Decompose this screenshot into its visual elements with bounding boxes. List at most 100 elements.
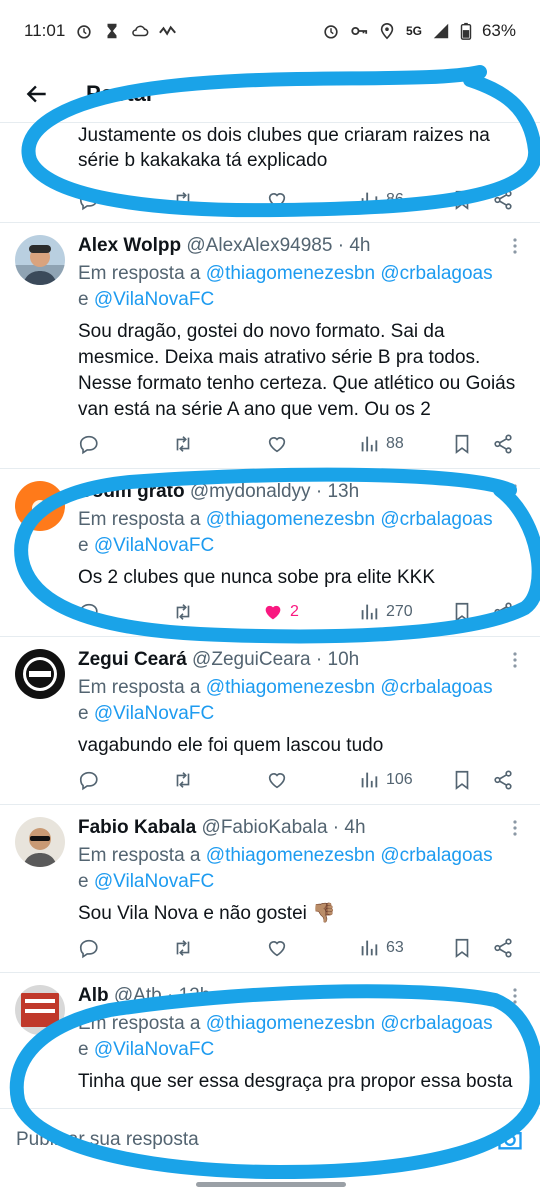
reply-icon [79, 603, 98, 623]
like-button[interactable] [266, 433, 288, 455]
reply-composer[interactable]: Publicar sua resposta [0, 1108, 540, 1170]
avatar[interactable] [15, 481, 65, 531]
mention-link[interactable]: @VilaNovaFC [94, 289, 214, 310]
heart-icon [268, 193, 286, 209]
author-name[interactable]: Alex Wolpp [78, 235, 181, 256]
mention-link[interactable]: @thiagomenezesbn @crbalagoas [206, 509, 493, 530]
mention-link[interactable]: @VilaNovaFC [94, 535, 214, 556]
bookmark-button[interactable] [451, 937, 473, 959]
avatar-photo [15, 235, 65, 285]
like-button[interactable] [266, 769, 288, 791]
share-button[interactable] [492, 937, 514, 959]
tweet-header: Fabio Kabala @FabioKabala · 4h [78, 817, 366, 838]
bookmark-button[interactable] [451, 601, 473, 623]
mention-link[interactable]: @thiagomenezesbn @crbalagoas [206, 263, 493, 284]
analytics-icon [361, 436, 378, 452]
tweet-text: Sou dragão, gostei do novo formato. Sai … [78, 321, 516, 420]
tweet-time: 4h [344, 817, 366, 838]
more-options-icon[interactable] [512, 651, 518, 669]
avatar[interactable] [15, 649, 65, 699]
retweet-button[interactable] [172, 937, 194, 959]
tweet-text: vagabundo ele foi quem lascou tudo [78, 735, 384, 756]
avatar-photo [15, 817, 65, 867]
reply-icon [79, 435, 98, 455]
retweet-button[interactable] [172, 189, 194, 211]
avatar[interactable] [15, 817, 65, 867]
mention-link[interactable]: @VilaNovaFC [94, 871, 214, 892]
mention-link[interactable]: @VilaNovaFC [94, 703, 214, 724]
share-button[interactable] [492, 601, 514, 623]
bookmark-button[interactable] [451, 189, 473, 211]
tweet-header: Alb @Atb · 12h [78, 985, 211, 1006]
mention-link[interactable]: @thiagomenezesbn @crbalagoas [206, 1013, 493, 1034]
reply-label: Em resposta a [78, 677, 201, 698]
reply-tweet[interactable]: Zegui Ceará @ZeguiCeara · 10h Em respost… [0, 636, 540, 804]
views-button[interactable]: 106 [358, 769, 413, 791]
hourglass-icon [107, 23, 117, 39]
author-handle[interactable]: @Atb [114, 985, 162, 1006]
retweet-button[interactable] [172, 433, 194, 455]
reply-button[interactable] [78, 601, 100, 623]
page-title: Postar [86, 81, 155, 106]
analytics-icon [361, 940, 378, 956]
bookmark-icon [455, 190, 469, 210]
author-name[interactable]: Codm grato [78, 481, 185, 502]
more-options-icon[interactable] [512, 987, 518, 1005]
tweet-text: Tinha que ser essa desgraça pra propor e… [78, 1071, 513, 1092]
avatar[interactable] [15, 235, 65, 285]
author-handle[interactable]: @AlexAlex94985 [186, 235, 332, 256]
author-name[interactable]: Alb [78, 985, 109, 1006]
partial-tweet[interactable]: Justamente os dois clubes que criaram ra… [0, 122, 540, 222]
back-button[interactable] [22, 79, 52, 109]
tweet-content: Fabio Kabala @FabioKabala · 4h Em respos… [78, 815, 526, 927]
bookmark-button[interactable] [451, 433, 473, 455]
mention-link[interactable]: @VilaNovaFC [94, 1039, 214, 1060]
battery-percent: 63% [481, 21, 516, 40]
like-button[interactable] [266, 937, 288, 959]
retweet-button[interactable] [172, 601, 194, 623]
views-count: 270 [386, 603, 413, 620]
views-button[interactable]: 88 [358, 433, 404, 455]
more-options-icon[interactable] [512, 483, 518, 501]
like-button[interactable]: 2 [262, 601, 299, 623]
battery-icon [460, 22, 472, 40]
reply-button[interactable] [78, 189, 100, 211]
views-button[interactable]: 270 [358, 601, 413, 623]
author-name[interactable]: Zegui Ceará [78, 649, 187, 670]
tweet-content: Zegui Ceará @ZeguiCeara · 10h Em respost… [78, 647, 526, 759]
views-button[interactable]: 86 [358, 189, 404, 211]
more-options-icon[interactable] [512, 237, 518, 255]
avatar[interactable] [15, 985, 65, 1035]
reply-button[interactable] [78, 937, 100, 959]
location-icon [380, 23, 394, 40]
author-name[interactable]: Fabio Kabala [78, 817, 196, 838]
mention-link[interactable]: @thiagomenezesbn @crbalagoas [206, 677, 493, 698]
reply-button[interactable] [78, 433, 100, 455]
retweet-button[interactable] [172, 769, 194, 791]
tweet-time: 13h [327, 481, 360, 502]
tweet-content: Codm grato @mydonaldyy · 13h Em resposta… [78, 479, 526, 591]
reply-tweet[interactable]: Fabio Kabala @FabioKabala · 4h Em respos… [0, 804, 540, 972]
home-indicator[interactable] [196, 1182, 346, 1187]
share-button[interactable] [492, 769, 514, 791]
reply-tweet[interactable]: Alb @Atb · 12h Em resposta a @thiagomene… [0, 972, 540, 1108]
bookmark-button[interactable] [451, 769, 473, 791]
author-handle[interactable]: @mydonaldyy [190, 481, 311, 502]
author-handle[interactable]: @ZeguiCeara [192, 649, 311, 670]
reply-tweet[interactable]: Codm grato @mydonaldyy · 13h Em resposta… [0, 468, 540, 636]
reply-input[interactable]: Publicar sua resposta [16, 1129, 199, 1151]
reply-button[interactable] [78, 769, 100, 791]
reply-context: Em resposta a @thiagomenezesbn @crbalago… [78, 675, 526, 727]
tweet-actions: 88 [78, 429, 520, 459]
tweet-text: Os 2 clubes que nunca sobe pra elite KKK [78, 567, 436, 588]
more-options-icon[interactable] [512, 819, 518, 837]
reply-tweet[interactable]: Alex Wolpp @AlexAlex94985 · 4h Em respos… [0, 222, 540, 468]
share-button[interactable] [492, 433, 514, 455]
like-button[interactable] [266, 189, 288, 211]
views-button[interactable]: 63 [358, 937, 404, 959]
share-icon [494, 770, 512, 790]
share-button[interactable] [492, 189, 514, 211]
camera-icon[interactable] [496, 1125, 524, 1153]
mention-link[interactable]: @thiagomenezesbn @crbalagoas [206, 845, 493, 866]
author-handle[interactable]: @FabioKabala [202, 817, 328, 838]
